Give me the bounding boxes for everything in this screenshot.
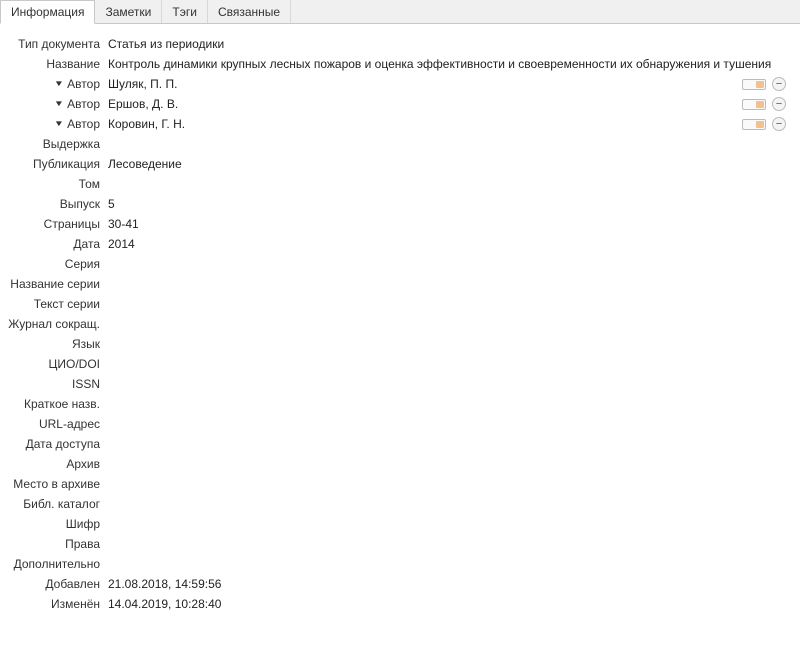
value-author-1[interactable]: Ершов, Д. В. [106, 94, 742, 114]
field-language: Язык [6, 334, 794, 354]
field-issue: Выпуск 5 [6, 194, 794, 214]
label-rights: Права [6, 534, 106, 554]
field-journal-abbr: Журнал сокращ. [6, 314, 794, 334]
label-language: Язык [6, 334, 106, 354]
field-volume: Том [6, 174, 794, 194]
label-title: Название [6, 54, 106, 74]
field-doi: ЦИО/DOI [6, 354, 794, 374]
field-abstract: Выдержка [6, 134, 794, 154]
label-date-added: Добавлен [6, 574, 106, 594]
label-date: Дата [6, 234, 106, 254]
field-author-1: ▼ Автор Ершов, Д. В. − [6, 94, 794, 114]
label-archive: Архив [6, 454, 106, 474]
value-author-0[interactable]: Шуляк, П. П. [106, 74, 742, 94]
label-author[interactable]: Автор [67, 94, 100, 114]
label-issn: ISSN [6, 374, 106, 394]
label-issue: Выпуск [6, 194, 106, 214]
tab-info[interactable]: Информация [0, 0, 95, 24]
tab-bar: Информация Заметки Тэги Связанные [0, 0, 800, 24]
field-series-text: Текст серии [6, 294, 794, 314]
label-library-catalog: Библ. каталог [6, 494, 106, 514]
value-date-added: 21.08.2018, 14:59:56 [106, 574, 794, 594]
author-toggle-1[interactable] [742, 99, 766, 110]
field-date-modified: Изменён 14.04.2019, 10:28:40 [6, 594, 794, 614]
field-short-title: Краткое назв. [6, 394, 794, 414]
label-access-date: Дата доступа [6, 434, 106, 454]
chevron-down-icon[interactable]: ▼ [54, 114, 64, 134]
field-author-2: ▼ Автор Коровин, Г. Н. − [6, 114, 794, 134]
field-pages: Страницы 30-41 [6, 214, 794, 234]
field-archive: Архив [6, 454, 794, 474]
tab-tags[interactable]: Тэги [162, 0, 208, 23]
label-author[interactable]: Автор [67, 114, 100, 134]
value-publication[interactable]: Лесоведение [106, 154, 794, 174]
field-call-number: Шифр [6, 514, 794, 534]
field-date: Дата 2014 [6, 234, 794, 254]
chevron-down-icon[interactable]: ▼ [54, 94, 64, 114]
field-doc-type: Тип документа Статья из периодики [6, 34, 794, 54]
label-doc-type: Тип документа [6, 34, 106, 54]
label-url: URL-адрес [6, 414, 106, 434]
field-series: Серия [6, 254, 794, 274]
label-volume: Том [6, 174, 106, 194]
value-author-2[interactable]: Коровин, Г. Н. [106, 114, 742, 134]
label-doi: ЦИО/DOI [6, 354, 106, 374]
field-publication: Публикация Лесоведение [6, 154, 794, 174]
field-author-0: ▼ Автор Шуляк, П. П. − [6, 74, 794, 94]
tab-related[interactable]: Связанные [208, 0, 291, 23]
field-library-catalog: Библ. каталог [6, 494, 794, 514]
value-doc-type[interactable]: Статья из периодики [106, 34, 794, 54]
field-series-title: Название серии [6, 274, 794, 294]
label-abstract: Выдержка [6, 134, 106, 154]
tab-notes[interactable]: Заметки [95, 0, 162, 23]
value-title[interactable]: Контроль динамики крупных лесных пожаров… [106, 54, 794, 74]
field-extra: Дополнительно [6, 554, 794, 574]
value-date[interactable]: 2014 [106, 234, 794, 254]
label-pages: Страницы [6, 214, 106, 234]
label-journal-abbr: Журнал сокращ. [6, 314, 106, 334]
remove-author-button-2[interactable]: − [772, 117, 786, 131]
field-date-added: Добавлен 21.08.2018, 14:59:56 [6, 574, 794, 594]
value-pages[interactable]: 30-41 [106, 214, 794, 234]
label-publication: Публикация [6, 154, 106, 174]
info-panel: Тип документа Статья из периодики Назван… [0, 24, 800, 620]
field-archive-loc: Место в архиве [6, 474, 794, 494]
field-issn: ISSN [6, 374, 794, 394]
label-date-modified: Изменён [6, 594, 106, 614]
label-archive-loc: Место в архиве [6, 474, 106, 494]
value-date-modified: 14.04.2019, 10:28:40 [106, 594, 794, 614]
field-title: Название Контроль динамики крупных лесны… [6, 54, 794, 74]
label-call-number: Шифр [6, 514, 106, 534]
field-access-date: Дата доступа [6, 434, 794, 454]
label-series-text: Текст серии [6, 294, 106, 314]
label-series-title: Название серии [6, 274, 106, 294]
label-extra: Дополнительно [6, 554, 106, 574]
value-issue[interactable]: 5 [106, 194, 794, 214]
field-rights: Права [6, 534, 794, 554]
remove-author-button-1[interactable]: − [772, 97, 786, 111]
chevron-down-icon[interactable]: ▼ [54, 74, 64, 94]
author-toggle-0[interactable] [742, 79, 766, 90]
label-short-title: Краткое назв. [6, 394, 106, 414]
label-series: Серия [6, 254, 106, 274]
field-url: URL-адрес [6, 414, 794, 434]
label-author[interactable]: Автор [67, 74, 100, 94]
remove-author-button-0[interactable]: − [772, 77, 786, 91]
author-toggle-2[interactable] [742, 119, 766, 130]
